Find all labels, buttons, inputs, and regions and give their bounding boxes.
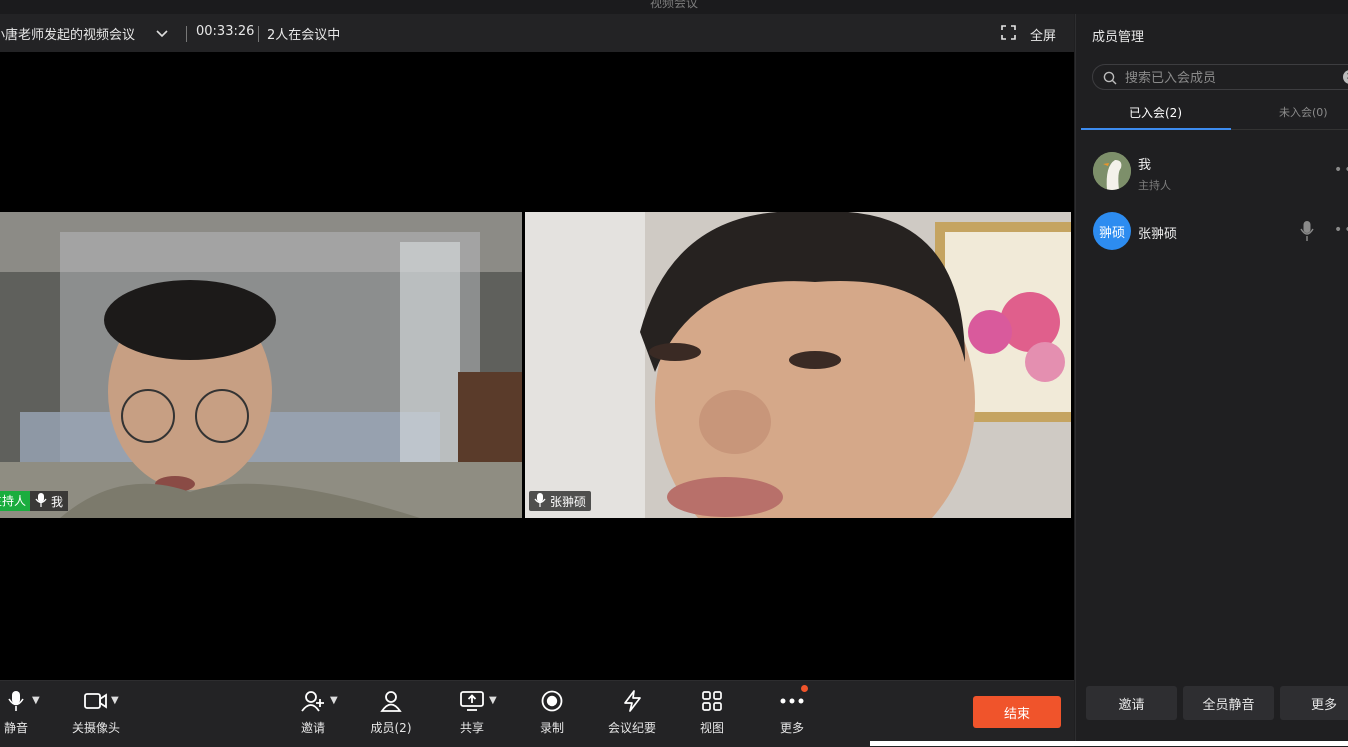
mute-all-button[interactable]: 全员静音 [1183,686,1274,720]
panel-title: 成员管理 [1092,30,1145,45]
meeting-title[interactable]: 小唐老师发起的视频会议 [0,24,135,43]
members-button[interactable]: 成员(2) [368,687,414,741]
tab-not-joined[interactable]: 未入会(0) [1279,104,1328,120]
minutes-button[interactable]: 会议纪要 [606,687,658,741]
tab-joined[interactable]: 已入会(2) [1129,104,1182,121]
window-title-bar: 视频会议 [0,0,1348,14]
member-name: 我 [1138,158,1152,173]
notification-dot [801,685,808,692]
add-user-icon [299,687,327,715]
member-panel: 成员管理 × 已入会(2) 未入会(0) 我 主持人 •• 翀硕 张翀硕 •• … [1075,14,1348,746]
minutes-label: 会议纪要 [607,721,656,735]
more-button[interactable]: 更多 [1280,686,1348,720]
more-button[interactable]: 更多 [776,685,808,741]
user-icon [377,687,405,715]
chevron-down-icon[interactable]: ▼ [111,695,119,706]
video-stage: 主持人 我 [0,52,1074,680]
meeting-toolbar: ▼ 静音 ▼ 关摄像头 ▼ 邀请 成员(2) ▼ 共享 录制 会议纪要 视图 更… [0,680,1074,747]
invite-button[interactable]: ▼ 邀请 [298,687,338,741]
members-label: 成员(2) [370,721,412,735]
more-label: 更多 [779,721,804,735]
divider [186,26,187,42]
chevron-down-icon[interactable] [154,25,170,45]
invite-label: 邀请 [300,721,325,735]
host-tag: 主持人 [0,491,31,511]
member-more-icon[interactable]: •• [1334,222,1348,238]
microphone-icon [2,687,30,715]
fullscreen-button[interactable]: 全屏 [1001,25,1056,44]
microphone-icon [35,492,47,510]
microphone-icon[interactable] [1300,220,1314,246]
video-feed-me [0,212,522,518]
fullscreen-label: 全屏 [1030,29,1057,44]
divider [258,26,259,42]
view-button[interactable]: 视图 [696,687,728,741]
search-icon [1103,70,1117,89]
record-button[interactable]: 录制 [536,687,568,741]
video-label-me: 主持人 我 [0,491,69,511]
end-meeting-button[interactable]: 结束 [973,696,1061,728]
participant-name: 张翀硕 [550,494,587,509]
view-label: 视图 [699,721,724,735]
invite-button[interactable]: 邀请 [1086,686,1177,720]
taskbar-edge [870,741,1348,746]
mute-label: 静音 [3,721,28,735]
video-label-zhang: 张翀硕 [529,491,592,511]
chevron-down-icon[interactable]: ▼ [330,695,338,706]
camera-label: 关摄像头 [71,721,120,735]
meeting-duration: 00:33:26 [196,24,255,39]
more-dots-icon [778,685,808,715]
window-title: 视频会议 [650,0,699,10]
fullscreen-icon [1001,25,1016,44]
share-label: 共享 [459,721,484,735]
record-icon [538,687,566,715]
member-more-icon[interactable]: •• [1334,162,1348,178]
avatar [1093,152,1131,190]
lightning-icon [618,687,646,715]
record-label: 录制 [539,721,564,735]
member-name: 张翀硕 [1138,227,1178,242]
clear-icon[interactable]: × [1343,70,1348,84]
video-tile-me[interactable]: 主持人 我 [0,212,522,518]
microphone-icon [534,492,546,510]
camera-icon [82,687,110,715]
search-input[interactable] [1123,68,1327,88]
meeting-info-bar: 小唐老师发起的视频会议 00:33:26 2人在会议中 全屏 [0,14,1074,52]
member-role: 主持人 [1138,179,1171,192]
member-row-me[interactable]: 我 主持人 •• [1076,150,1348,194]
grid-icon [698,687,726,715]
search-box[interactable]: × [1092,64,1348,90]
participant-name: 我 [51,494,64,509]
participant-count: 2人在会议中 [267,28,341,43]
member-row-zhang[interactable]: 翀硕 张翀硕 •• [1076,210,1348,254]
chevron-down-icon[interactable]: ▼ [32,695,40,706]
share-screen-icon [458,687,486,715]
video-tile-zhang[interactable]: 张翀硕 [525,212,1071,518]
video-feed-zhang [525,212,1071,518]
camera-button[interactable]: ▼ 关摄像头 [68,687,124,741]
avatar: 翀硕 [1093,212,1131,250]
share-button[interactable]: ▼ 共享 [458,687,497,741]
tab-active-indicator [1081,128,1231,130]
mute-button[interactable]: ▼ 静音 [0,687,40,741]
chevron-down-icon[interactable]: ▼ [489,695,497,706]
